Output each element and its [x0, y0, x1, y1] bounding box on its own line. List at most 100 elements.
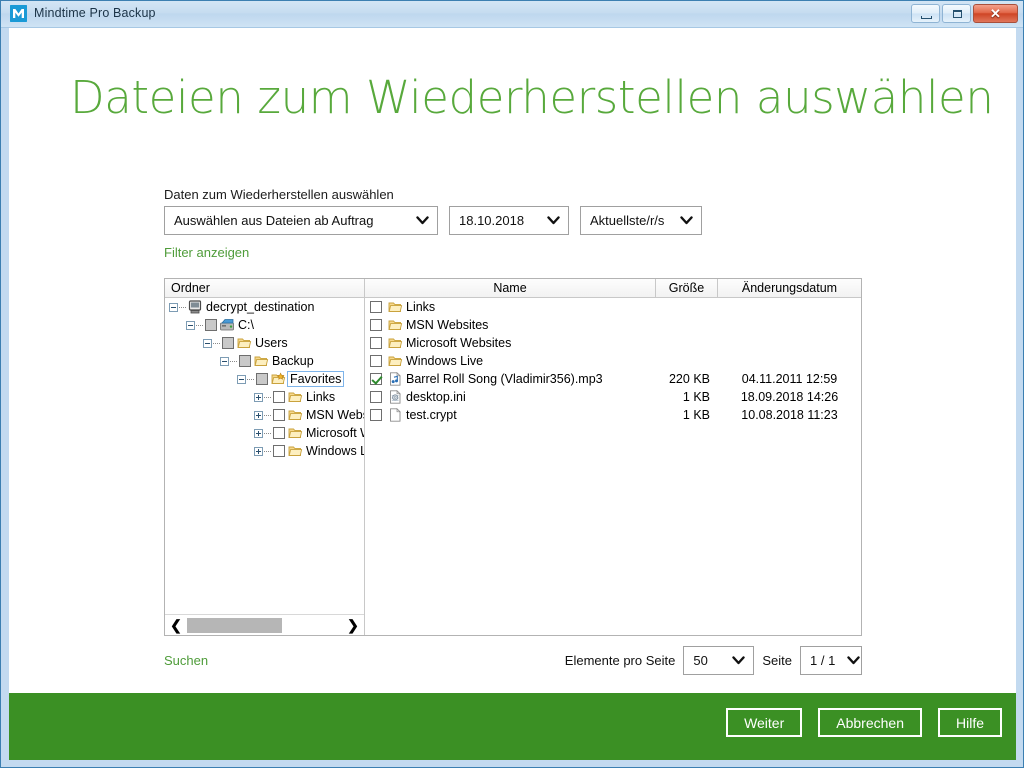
tree-node[interactable]: C:\ — [165, 316, 364, 334]
file-name: Barrel Roll Song (Vladimir356).mp3 — [406, 372, 603, 386]
pagination-controls: Elemente pro Seite 50 Seite 1 / 1 — [164, 646, 862, 676]
file-row[interactable]: Barrel Roll Song (Vladimir356).mp3 220 KB… — [366, 370, 861, 388]
audio-file-icon — [388, 372, 403, 386]
items-per-page-dropdown[interactable]: 50 — [683, 646, 755, 675]
expand-icon[interactable] — [254, 446, 263, 456]
window-controls: ✕ — [911, 4, 1018, 23]
show-filter-link[interactable]: Filter anzeigen — [164, 245, 249, 260]
next-button[interactable]: Weiter — [726, 708, 803, 737]
file-checkbox[interactable] — [369, 391, 382, 403]
source-dropdown[interactable]: Auswählen aus Dateien ab Auftrag — [164, 206, 438, 235]
tree-node[interactable]: Links — [165, 388, 364, 406]
tree-node-checkbox[interactable] — [205, 319, 217, 331]
file-checkbox-cell[interactable] — [366, 373, 388, 385]
minimize-icon — [921, 16, 932, 19]
title-bar: Mindtime Pro Backup ✕ — [1, 1, 1023, 28]
collapse-icon[interactable] — [220, 356, 229, 366]
file-name-cell: test.crypt — [388, 408, 656, 422]
tree-node-checkbox[interactable] — [256, 373, 268, 385]
folder-icon — [288, 426, 303, 440]
file-checkbox-cell[interactable] — [366, 391, 388, 403]
tree-node-checkbox[interactable] — [239, 355, 251, 367]
file-name: desktop.ini — [406, 390, 466, 404]
file-checkbox-cell[interactable] — [366, 301, 388, 313]
file-row[interactable]: Windows Live — [366, 352, 861, 370]
date-dropdown-value: 18.10.2018 — [459, 213, 525, 228]
file-checkbox[interactable] — [369, 301, 382, 313]
file-name: Links — [406, 300, 436, 314]
tree-node-checkbox[interactable] — [273, 445, 285, 457]
scrollbar-track[interactable] — [187, 617, 342, 634]
file-name-cell: desktop.ini — [388, 390, 656, 404]
minimize-button[interactable] — [911, 4, 940, 23]
tree-node[interactable]: Users — [165, 334, 364, 352]
expand-icon[interactable] — [254, 428, 263, 438]
tree-horizontal-scrollbar[interactable]: ❮ ❯ — [165, 614, 364, 635]
tree-node-checkbox[interactable] — [273, 409, 285, 421]
tree-node[interactable]: Microsoft Websites — [165, 424, 364, 442]
file-row[interactable]: MSN Websites — [366, 316, 861, 334]
tree-node[interactable]: decrypt_destination — [165, 298, 364, 316]
folder-icon — [388, 336, 403, 350]
version-dropdown[interactable]: Aktuellste/r/s — [580, 206, 702, 235]
file-checkbox[interactable] — [369, 373, 382, 385]
date-dropdown[interactable]: 18.10.2018 — [449, 206, 569, 235]
mindtime-m-logo-icon — [10, 5, 27, 22]
close-button[interactable]: ✕ — [973, 4, 1018, 23]
tree-node[interactable]: Favorites — [165, 370, 364, 388]
chevron-down-icon — [404, 216, 429, 225]
file-size: 1 KB — [682, 408, 710, 422]
file-name-cell: Microsoft Websites — [388, 336, 656, 350]
file-checkbox[interactable] — [369, 319, 382, 331]
column-header-modified[interactable]: Änderungsdatum — [718, 279, 861, 297]
file-checkbox[interactable] — [369, 355, 382, 367]
collapse-icon[interactable] — [186, 320, 195, 330]
chevron-down-icon — [720, 656, 746, 665]
file-checkbox[interactable] — [369, 409, 382, 421]
file-row[interactable]: Links — [366, 298, 861, 316]
page-dropdown[interactable]: 1 / 1 — [800, 646, 862, 675]
folder-tree[interactable]: decrypt_destination C:\ Users Backup Favorit… — [165, 298, 364, 614]
folder-icon — [388, 354, 403, 368]
file-row[interactable]: test.crypt 1 KB 10.08.2018 11:23 — [366, 406, 861, 424]
tree-node-checkbox[interactable] — [222, 337, 234, 349]
tree-node-checkbox[interactable] — [273, 391, 285, 403]
collapse-icon[interactable] — [237, 374, 246, 384]
expand-icon[interactable] — [254, 410, 263, 420]
column-header-folder[interactable]: Ordner — [165, 279, 365, 297]
column-header-size[interactable]: Größe — [656, 279, 718, 297]
column-header-name[interactable]: Name — [365, 279, 656, 297]
tree-node[interactable]: MSN Websites — [165, 406, 364, 424]
source-selection-row: Auswählen aus Dateien ab Auftrag 18.10.2… — [164, 206, 702, 235]
source-dropdown-value: Auswählen aus Dateien ab Auftrag — [174, 213, 374, 228]
scroll-left-arrow-icon[interactable]: ❮ — [165, 616, 187, 634]
tree-node-label: MSN Websites — [306, 408, 364, 422]
file-list[interactable]: Links MSN Websites Microsoft Websites Windo… — [366, 298, 861, 635]
file-checkbox[interactable] — [369, 337, 382, 349]
maximize-button[interactable] — [942, 4, 971, 23]
pagination-inner: Elemente pro Seite 50 Seite 1 / 1 — [565, 646, 862, 675]
title-bar-left: Mindtime Pro Backup — [10, 5, 156, 22]
help-button[interactable]: Hilfe — [937, 708, 1002, 737]
file-checkbox-cell[interactable] — [366, 319, 388, 331]
collapse-icon[interactable] — [169, 302, 178, 312]
file-checkbox-cell[interactable] — [366, 409, 388, 421]
file-checkbox-cell[interactable] — [366, 355, 388, 367]
tree-node-label: Links — [306, 390, 336, 404]
tree-node-checkbox[interactable] — [273, 427, 285, 439]
scroll-right-arrow-icon[interactable]: ❯ — [342, 616, 364, 634]
file-row[interactable]: Microsoft Websites — [366, 334, 861, 352]
cancel-button[interactable]: Abbrechen — [818, 708, 922, 737]
file-checkbox-cell[interactable] — [366, 337, 388, 349]
scrollbar-thumb[interactable] — [187, 617, 282, 633]
tree-node[interactable]: Windows Live — [165, 442, 364, 460]
file-row[interactable]: desktop.ini 1 KB 18.09.2018 14:26 — [366, 388, 861, 406]
file-name-cell: Links — [388, 300, 656, 314]
collapse-icon[interactable] — [203, 338, 212, 348]
tree-node-label: Backup — [272, 354, 314, 368]
expand-icon[interactable] — [254, 392, 263, 402]
tree-node-label: Microsoft Websites — [306, 426, 364, 440]
footer-bar: Weiter Abbrechen Hilfe — [9, 693, 1016, 760]
drive-icon — [220, 318, 235, 332]
tree-node[interactable]: Backup — [165, 352, 364, 370]
